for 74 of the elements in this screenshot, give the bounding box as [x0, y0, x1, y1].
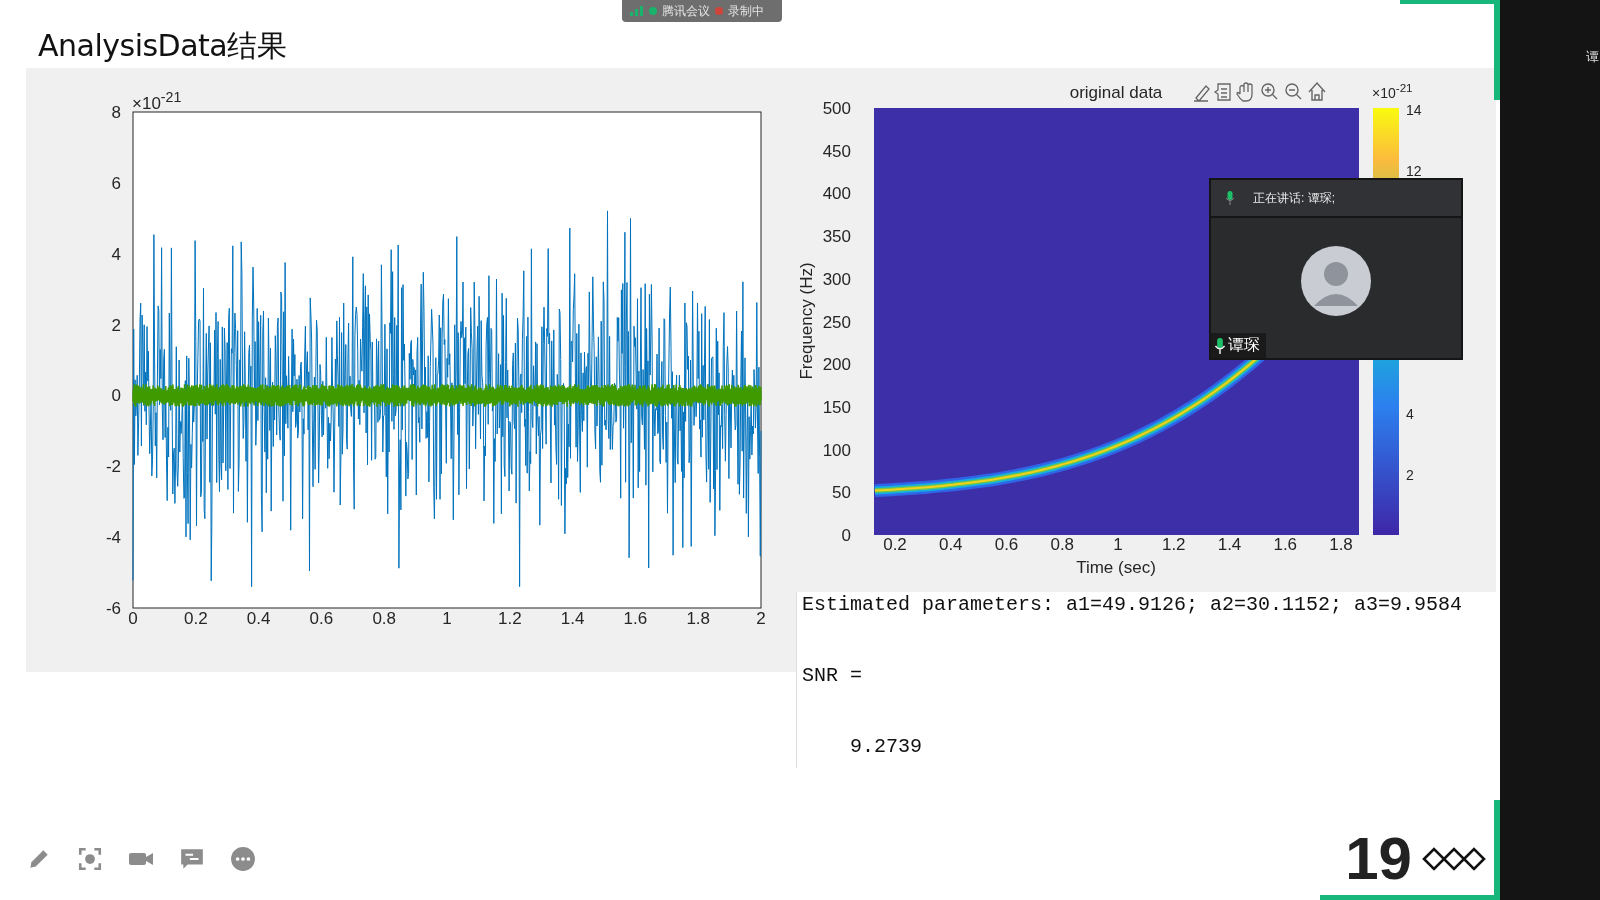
- hand-icon[interactable]: [1236, 82, 1253, 102]
- tick-label: 0.6: [994, 535, 1019, 554]
- tick-label: 150: [822, 397, 851, 417]
- tick-label: 4: [111, 244, 121, 264]
- tick-label: 1.2: [498, 609, 522, 628]
- recording-label: 录制中: [728, 2, 764, 20]
- axis-label: Frequency (Hz): [797, 262, 816, 380]
- tick-label: 1.6: [623, 609, 648, 628]
- tick-label: 12: [1406, 163, 1422, 179]
- tick-label: -6: [105, 599, 121, 618]
- tick-label: 2: [756, 609, 766, 628]
- microphone-icon: [1225, 191, 1235, 205]
- tick-label: 2: [1406, 467, 1414, 483]
- tick-label: 6: [111, 173, 121, 193]
- recording-dot: [715, 7, 723, 15]
- tick-label: 0.2: [883, 535, 907, 554]
- tick-label: 14: [1406, 102, 1422, 118]
- diamonds-icon: [1422, 845, 1486, 873]
- tick-label: 300: [822, 269, 851, 289]
- tick-label: 0: [111, 386, 121, 406]
- axis-exponent: ×10$^{-21}$: [1372, 82, 1413, 100]
- slide-title: AnalysisData结果: [38, 27, 288, 65]
- status-dot: [649, 7, 657, 15]
- tick-label: 1.4: [1217, 535, 1242, 554]
- tick-label: 0.4: [938, 535, 963, 554]
- tick-label: 0.8: [372, 609, 396, 628]
- name-label: 谭琛: [1228, 335, 1260, 355]
- tick-label: 1.2: [1161, 535, 1186, 554]
- page-number: 19: [1345, 827, 1412, 891]
- avatar: [1301, 246, 1371, 316]
- tick-label: 250: [822, 312, 851, 332]
- tick-label: 1.6: [1273, 535, 1298, 554]
- tick-label: -2: [105, 457, 121, 477]
- tick-label: 50: [832, 483, 851, 503]
- tick-label: 0.4: [246, 609, 271, 628]
- tick-label: 450: [822, 141, 851, 161]
- tick-label: -4: [105, 528, 121, 548]
- datatip-icon[interactable]: [1213, 83, 1231, 101]
- tick-label: 1.4: [560, 609, 585, 628]
- participant-initial: 谭: [1586, 48, 1599, 66]
- tick-label: 2: [111, 315, 121, 335]
- tick-label: 400: [822, 184, 851, 204]
- tick-label: 0.8: [1050, 535, 1075, 554]
- tick-label: 200: [822, 355, 851, 375]
- tick-label: 350: [822, 227, 851, 247]
- tick-label: 4: [1406, 406, 1414, 422]
- tick-label: 1: [1113, 535, 1123, 554]
- screenshot-icon[interactable]: [77, 846, 103, 872]
- zoom-out-icon[interactable]: [1285, 83, 1302, 100]
- speaking-status: 正在讲话: 谭琛;: [1253, 189, 1335, 207]
- tick-label: 1: [442, 609, 452, 628]
- axis-label: Time (sec): [1076, 558, 1156, 577]
- app-name: 腾讯会议: [662, 2, 710, 20]
- microphone-icon: [1214, 337, 1226, 354]
- tick-label: 0.2: [184, 609, 208, 628]
- output-line: SNR =: [802, 663, 863, 689]
- axis-exponent: ×10$^{-21}$: [132, 90, 182, 112]
- brush-icon[interactable]: [1193, 85, 1210, 102]
- more-icon[interactable]: [230, 846, 256, 872]
- tick-label: 0: [128, 609, 138, 628]
- chat-icon[interactable]: [179, 846, 205, 872]
- tick-label: 8: [111, 103, 121, 122]
- plot-title: original data: [1069, 83, 1163, 102]
- output-line: 9.2739: [849, 734, 924, 760]
- zoom-in-icon[interactable]: [1261, 83, 1278, 100]
- tick-label: 500: [822, 99, 851, 118]
- tick-label: 0.6: [309, 609, 334, 628]
- tick-label: 100: [822, 440, 851, 460]
- tick-label: 1.8: [1329, 535, 1353, 554]
- tick-label: 1.8: [686, 609, 710, 628]
- home-icon[interactable]: [1308, 81, 1326, 101]
- output-line: Estimated parameters: a1=49.9126; a2=30.1152; a3=9.9584: [802, 592, 1464, 618]
- tick-label: 0: [841, 526, 851, 545]
- signal-icon: [630, 6, 644, 16]
